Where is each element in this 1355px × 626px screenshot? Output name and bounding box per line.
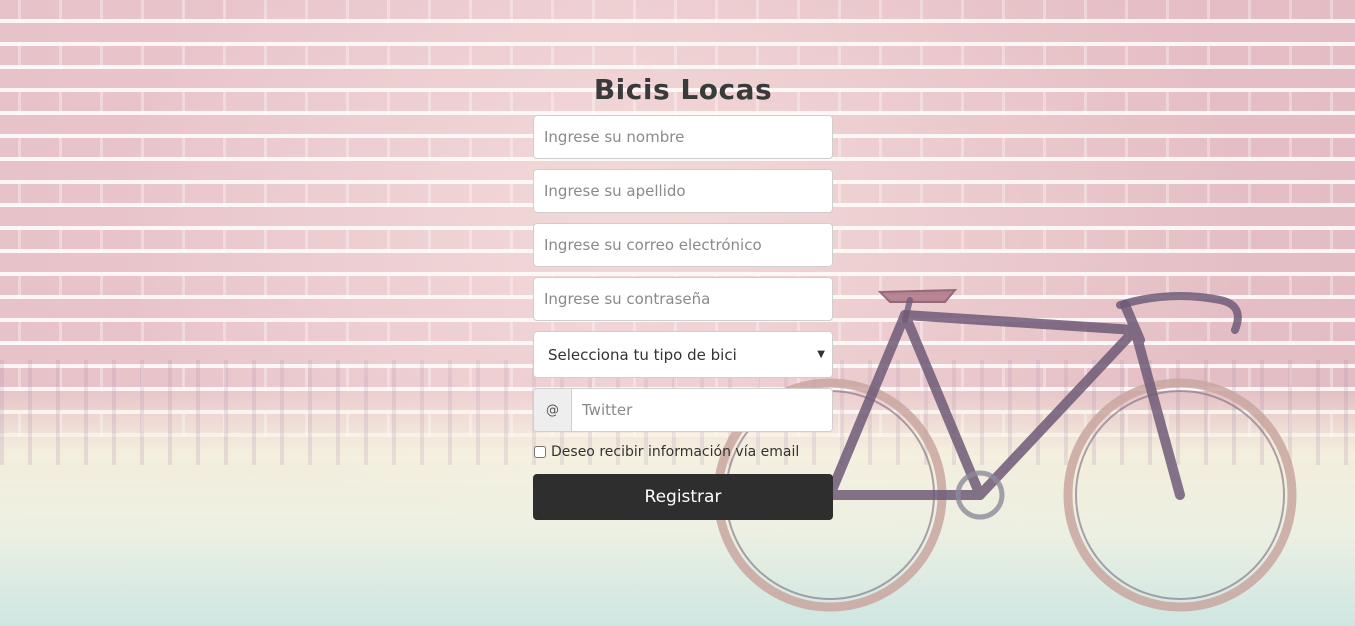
email-input[interactable]	[533, 223, 833, 267]
twitter-input[interactable]	[572, 389, 832, 431]
newsletter-label[interactable]: Deseo recibir información vía email	[551, 444, 799, 460]
newsletter-checkbox[interactable]	[534, 446, 546, 458]
registration-form: Bicis Locas Selecciona tu tipo de bici ▼…	[533, 70, 833, 520]
newsletter-option: Deseo recibir información vía email	[533, 443, 833, 461]
lastname-input[interactable]	[533, 169, 833, 213]
password-input[interactable]	[533, 277, 833, 321]
bike-type-select[interactable]: Selecciona tu tipo de bici ▼	[533, 331, 833, 378]
register-button[interactable]: Registrar	[533, 474, 833, 520]
bike-type-selected-value: Selecciona tu tipo de bici	[548, 346, 737, 364]
page-title: Bicis Locas	[593, 73, 773, 106]
at-sign-addon: @	[534, 389, 572, 431]
twitter-input-group: @	[533, 388, 833, 432]
name-input[interactable]	[533, 115, 833, 159]
chevron-down-icon: ▼	[817, 349, 825, 360]
